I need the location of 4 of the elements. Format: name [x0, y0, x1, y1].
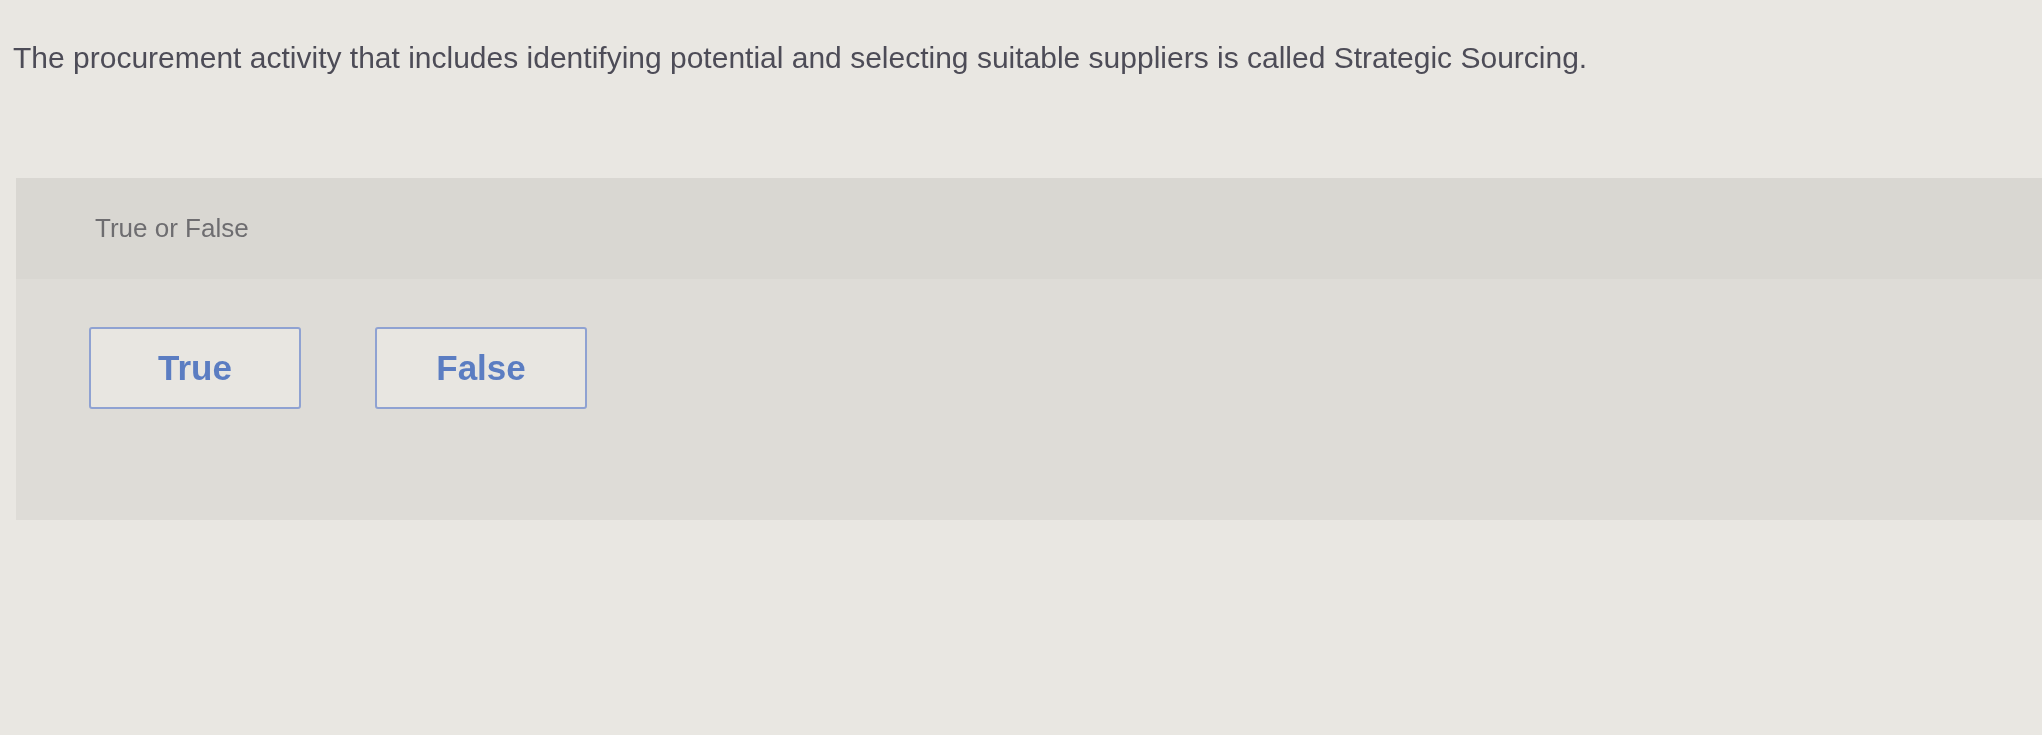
prompt-label: True or False: [95, 213, 249, 244]
answer-option-button[interactable]: True: [89, 327, 301, 409]
answer-option-button[interactable]: False: [375, 327, 587, 409]
question-text: The procurement activity that includes identifying potential and selecting suitable suppliers is called Strategic Sourcing.: [13, 40, 1588, 76]
